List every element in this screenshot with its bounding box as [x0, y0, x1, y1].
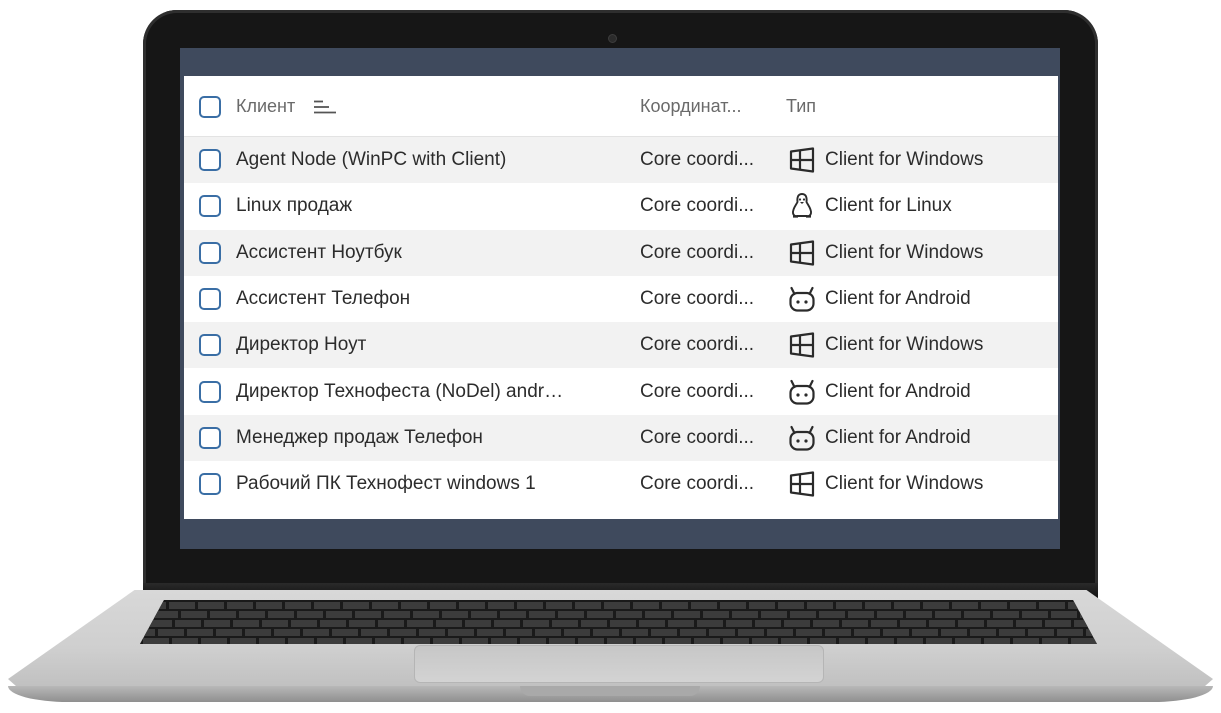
coordinator-name: Core coordi...: [640, 334, 755, 356]
client-name[interactable]: Agent Node (WinPC with Client): [236, 149, 571, 171]
windows-icon: [787, 238, 817, 268]
client-type: Client for Windows: [825, 334, 984, 356]
table-row[interactable]: Ассистент Телефон Core coordi... Client fo…: [184, 276, 1058, 322]
coordinator-name: Core coordi...: [640, 380, 755, 402]
table-row[interactable]: Ассистент Ноутбук Core coordi... Client fo…: [184, 229, 1058, 276]
row-checkbox[interactable]: [199, 195, 221, 218]
linux-icon: [787, 191, 817, 221]
client-type: Client for Linux: [825, 195, 952, 217]
table-row[interactable]: Директор Ноут Core coordi... Client for Wi…: [184, 322, 1058, 369]
coordinator-name: Core coordi...: [640, 149, 755, 170]
sort-icon[interactable]: [314, 100, 340, 114]
clients-table: Клиент Координат... Тип Agent Node (WinP…: [184, 76, 1058, 519]
header-coordinator[interactable]: Координат...: [640, 96, 741, 117]
table-row[interactable]: Менеджер продаж Телефон Core coordi... Cli…: [184, 414, 1058, 461]
client-type: Client for Windows: [825, 149, 984, 170]
table-header: Клиент Координат... Тип: [184, 76, 1058, 137]
row-checkbox[interactable]: [199, 426, 221, 449]
windows-icon: [787, 469, 817, 499]
row-checkbox[interactable]: [199, 380, 221, 403]
table-row[interactable]: Директор Технофеста (NoDel) androi... Cor…: [184, 369, 1058, 415]
header-client[interactable]: Клиент: [236, 96, 295, 117]
client-type: Client for Android: [825, 426, 971, 448]
client-name[interactable]: Ассистент Ноутбук: [236, 242, 571, 264]
select-all-checkbox[interactable]: [199, 96, 221, 118]
windows-icon: [787, 145, 817, 175]
camera-dot: [608, 34, 617, 43]
client-name[interactable]: Ассистент Телефон: [236, 288, 571, 310]
row-checkbox[interactable]: [199, 149, 221, 171]
client-name[interactable]: Рабочий ПК Технофест windows 1: [236, 473, 571, 495]
android-icon: [787, 377, 817, 407]
laptop-opening-notch: [520, 686, 700, 696]
client-name[interactable]: Директор Технофеста (NoDel) androi...: [236, 381, 571, 403]
coordinator-name: Core coordi...: [640, 287, 755, 309]
windows-icon: [787, 330, 817, 360]
laptop-screen: Клиент Координат... Тип Agent Node (WinP…: [180, 48, 1060, 549]
row-checkbox[interactable]: [199, 334, 221, 357]
android-icon: [787, 284, 817, 314]
client-type: Client for Android: [825, 380, 971, 402]
coordinator-name: Core coordi...: [640, 473, 755, 495]
coordinator-name: Core coordi...: [640, 426, 755, 448]
client-type: Client for Windows: [825, 473, 984, 495]
header-type[interactable]: Тип: [786, 96, 816, 117]
coordinator-name: Core coordi...: [640, 195, 755, 217]
client-type: Client for Android: [825, 287, 971, 309]
android-icon: [787, 423, 817, 453]
client-name[interactable]: Менеджер продаж Телефон: [236, 427, 571, 449]
client-name[interactable]: Директор Ноут: [236, 334, 571, 356]
keyboard: [140, 600, 1097, 644]
trackpad: [414, 645, 824, 683]
app-top-bar: [180, 48, 1060, 76]
table-row[interactable]: Рабочий ПК Технофест windows 1 Core coord…: [184, 461, 1058, 507]
row-checkbox[interactable]: [199, 287, 221, 310]
table-row[interactable]: Agent Node (WinPC with Client) Core coord…: [184, 137, 1058, 183]
table-row[interactable]: Linux продаж Core coordi... Client for Lin…: [184, 183, 1058, 229]
coordinator-name: Core coordi...: [640, 241, 755, 263]
client-type: Client for Windows: [825, 241, 984, 263]
client-name[interactable]: Linux продаж: [236, 195, 571, 217]
row-checkbox[interactable]: [199, 473, 221, 496]
row-checkbox[interactable]: [199, 241, 221, 264]
